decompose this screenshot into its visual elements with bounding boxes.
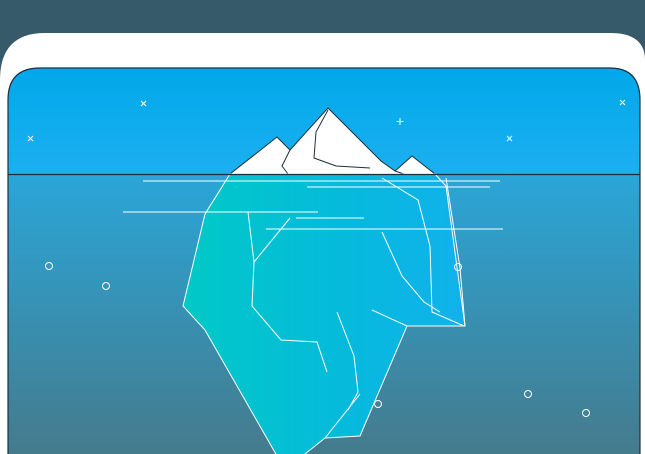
scene-area bbox=[8, 68, 640, 454]
illustration-svg bbox=[0, 0, 645, 454]
iceberg-illustration bbox=[0, 0, 645, 454]
